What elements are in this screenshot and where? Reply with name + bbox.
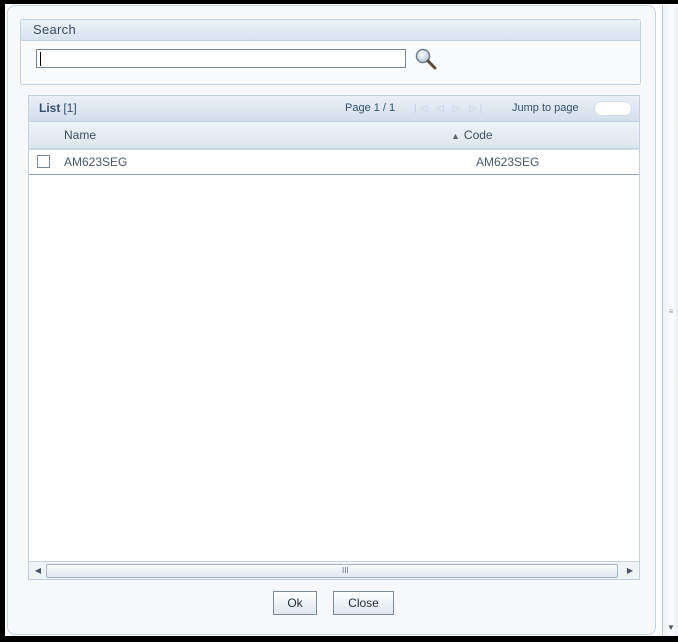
- horizontal-scroll-thumb[interactable]: III: [46, 564, 618, 578]
- scroll-right-arrow-icon[interactable]: ▶: [624, 564, 636, 577]
- page-info: Page 1 / 1: [345, 102, 396, 114]
- scroll-down-arrow-icon[interactable]: ▼: [666, 623, 676, 633]
- list-count: [1]: [63, 101, 77, 115]
- table-row[interactable]: AM623SEG AM623SEG: [29, 149, 639, 175]
- column-header-code-label: Code: [463, 128, 493, 142]
- pager-controls: |◁ ◁ ▷ ▷|: [414, 96, 485, 121]
- first-page-icon[interactable]: |◁: [414, 103, 430, 114]
- search-panel-title: Search: [21, 20, 640, 41]
- last-page-icon[interactable]: ▷|: [469, 103, 485, 114]
- cell-name: AM623SEG: [64, 155, 128, 169]
- close-button[interactable]: Close: [333, 591, 394, 615]
- jump-to-page-label: Jump to page: [512, 102, 579, 114]
- search-panel: Search: [20, 19, 641, 85]
- list-title: List [1]: [39, 96, 77, 121]
- ok-button[interactable]: Ok: [273, 591, 317, 615]
- search-button[interactable]: [414, 47, 438, 71]
- row-checkbox[interactable]: [37, 155, 50, 168]
- column-header-row: Name ▲ Code: [29, 122, 639, 149]
- window-frame-top: [0, 0, 678, 4]
- prev-page-icon[interactable]: ◁: [436, 103, 447, 114]
- sort-ascending-icon: ▲: [451, 131, 460, 141]
- text-caret: [40, 52, 41, 66]
- scroll-grip-icon: ≡: [668, 307, 674, 316]
- vertical-scrollbar[interactable]: ≡ ▼: [662, 5, 678, 636]
- window-frame-bottom: [0, 636, 678, 642]
- list-title-label: List: [39, 101, 61, 115]
- scroll-thumb-grip: III: [342, 566, 349, 575]
- search-input[interactable]: [36, 49, 406, 68]
- list-toolbar: List [1] Page 1 / 1 |◁ ◁ ▷ ▷| Jump to pag…: [29, 96, 639, 122]
- cell-code: AM623SEG: [476, 155, 540, 169]
- magnifier-icon: [415, 48, 437, 70]
- jump-to-page-input[interactable]: [594, 101, 632, 116]
- column-header-name[interactable]: Name: [64, 122, 96, 148]
- list-panel: List [1] Page 1 / 1 |◁ ◁ ▷ ▷| Jump to pag…: [28, 95, 640, 580]
- scroll-left-arrow-icon[interactable]: ◀: [32, 564, 44, 577]
- next-page-icon[interactable]: ▷: [453, 103, 464, 114]
- column-header-code[interactable]: ▲ Code: [451, 122, 493, 149]
- horizontal-scrollbar[interactable]: ◀ III ▶: [29, 561, 639, 579]
- window-frame-left: [0, 0, 5, 642]
